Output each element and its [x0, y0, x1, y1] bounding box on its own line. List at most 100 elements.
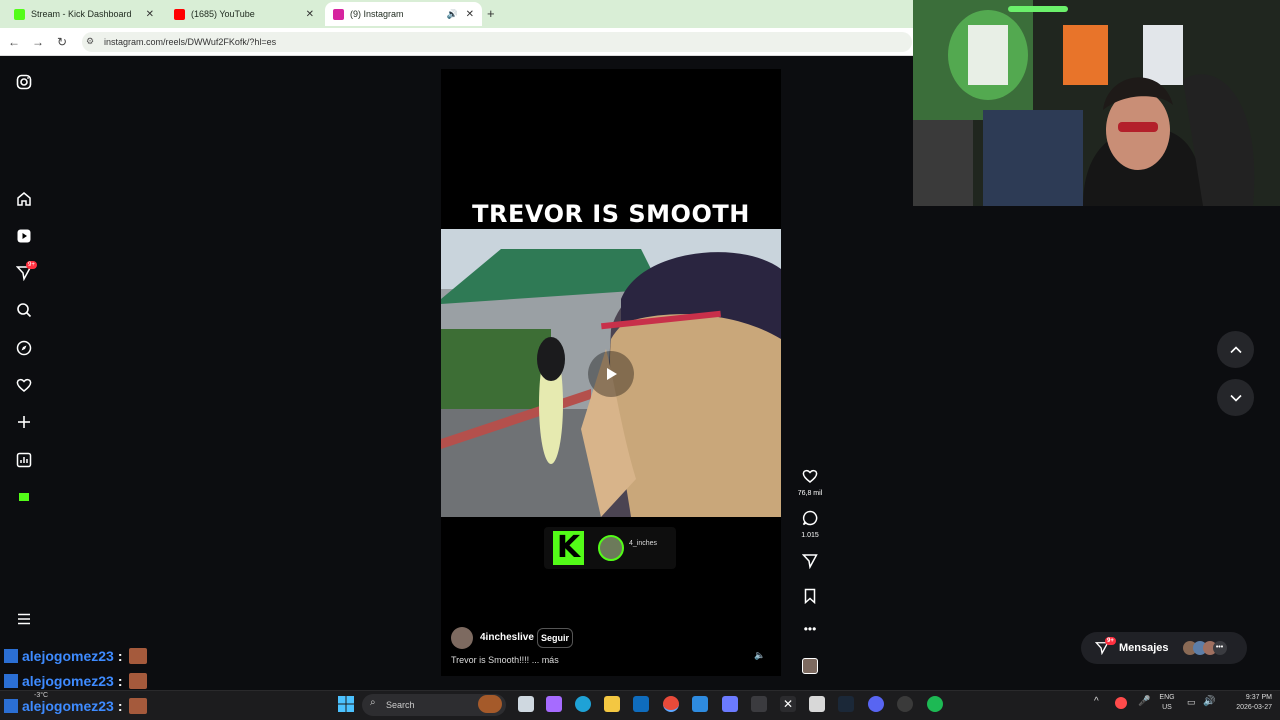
clock[interactable]: 9:37 PM 2026-03-27 — [1222, 693, 1272, 713]
file-explorer-icon[interactable] — [604, 696, 620, 712]
network-icon[interactable]: ▭ — [1187, 697, 1196, 708]
notepad-icon[interactable] — [809, 696, 825, 712]
chat-emote — [128, 673, 147, 689]
explore-icon[interactable] — [14, 338, 34, 358]
apps-icon[interactable] — [751, 696, 767, 712]
vpn-icon[interactable] — [722, 696, 738, 712]
comment-count: 1.015 — [801, 532, 819, 539]
copilot-icon[interactable] — [546, 696, 562, 712]
site-settings-icon[interactable]: ⚙ — [86, 36, 94, 47]
chevron-down-icon — [1229, 394, 1242, 402]
start-icon[interactable] — [338, 696, 354, 712]
reel-overlay-title: TREVOR IS SMOOTH — [472, 200, 750, 228]
tab-title: (9) Instagram — [350, 9, 404, 19]
language-line1: ENG — [1159, 694, 1175, 701]
save-button[interactable] — [796, 588, 824, 609]
dashboard-icon[interactable] — [14, 450, 34, 470]
chat-separator: : — [117, 648, 123, 664]
share-button[interactable] — [796, 553, 824, 574]
back-icon[interactable]: ← — [6, 35, 22, 49]
language-indicator[interactable]: ENG US — [1156, 693, 1178, 713]
language-line2: US — [1162, 704, 1172, 711]
tab-title: (1685) YouTube — [191, 9, 255, 19]
tray-chevron-up-icon[interactable]: ^ — [1094, 696, 1099, 707]
clock-time: 9:37 PM — [1245, 694, 1272, 701]
kick-username: 4_inches — [629, 540, 658, 547]
like-button[interactable]: 76,8 mil — [796, 468, 824, 497]
more-options-icon[interactable]: ••• — [796, 622, 824, 636]
comment-button[interactable]: 1.015 — [796, 510, 824, 539]
kick-favicon-icon — [14, 8, 25, 20]
chat-emote — [128, 698, 147, 714]
spotify-icon[interactable] — [927, 696, 943, 712]
steam-icon[interactable] — [838, 696, 854, 712]
share-icon — [801, 554, 818, 570]
previous-reel-button[interactable] — [1217, 331, 1254, 368]
store-icon[interactable] — [692, 696, 708, 712]
mute-icon[interactable]: 🔈 — [753, 650, 767, 664]
search-icon: ⌕ — [370, 697, 376, 708]
messages-label: Mensajes — [1119, 642, 1169, 654]
platform-icon — [4, 674, 18, 688]
home-icon[interactable] — [14, 189, 34, 209]
author-username[interactable]: 4incheslive — [480, 632, 534, 643]
capcut-icon[interactable]: ✕ — [780, 696, 796, 712]
follow-button[interactable]: Seguir — [537, 628, 573, 648]
tray-app-icon[interactable] — [1115, 697, 1127, 709]
microphone-icon[interactable]: 🎤 — [1138, 696, 1150, 707]
search-highlight-icon[interactable] — [478, 695, 502, 713]
chat-message: alejogomez23 : — [4, 670, 147, 692]
chat-separator: : — [117, 698, 123, 714]
reels-icon[interactable] — [14, 226, 34, 246]
author-avatar[interactable] — [451, 627, 473, 649]
speaker-icon[interactable]: 🔊 — [447, 9, 458, 20]
chat-emote — [128, 648, 147, 664]
obs-icon[interactable] — [897, 696, 913, 712]
chat-username: alejogomez23 — [22, 648, 114, 664]
chat-username: alejogomez23 — [22, 698, 114, 714]
tab-instagram[interactable]: (9) Instagram 🔊 ✕ — [325, 2, 482, 26]
instagram-logo-icon[interactable] — [14, 72, 34, 92]
chrome-icon[interactable] — [663, 696, 679, 712]
webcam-overlay — [913, 0, 1280, 206]
messages-button[interactable]: 9+ Mensajes ••• — [1081, 632, 1247, 664]
close-icon[interactable]: ✕ — [146, 9, 154, 20]
kick-avatar — [598, 535, 624, 561]
chat-message: alejogomez23 : — [4, 695, 147, 717]
clock-date: 2026-03-27 — [1236, 704, 1272, 711]
chat-username: alejogomez23 — [22, 673, 114, 689]
direct-messages-icon[interactable]: 9+ — [14, 261, 37, 283]
close-icon[interactable]: ✕ — [466, 9, 474, 20]
task-view-icon[interactable] — [518, 696, 534, 712]
forward-icon[interactable]: → — [30, 35, 46, 49]
play-button[interactable] — [588, 351, 634, 397]
chevron-up-icon — [1229, 345, 1242, 353]
platform-icon — [4, 699, 18, 713]
menu-icon[interactable] — [14, 609, 34, 629]
tab-kick-dashboard[interactable]: Stream - Kick Dashboard ✕ — [6, 2, 162, 26]
like-count: 76,8 mil — [797, 490, 823, 497]
heart-icon — [802, 469, 818, 483]
search-icon[interactable] — [14, 300, 34, 320]
profile-icon[interactable] — [14, 487, 34, 507]
volume-icon[interactable]: 🔊 — [1203, 696, 1215, 707]
chat-separator: : — [117, 673, 123, 689]
tab-youtube[interactable]: (1685) YouTube ✕ — [166, 2, 322, 26]
bookmark-icon — [804, 588, 816, 605]
chat-message: alejogomez23 : — [4, 645, 147, 667]
reel-caption[interactable]: Trevor is Smooth!!!! ... más — [451, 655, 559, 665]
edge-icon[interactable] — [575, 696, 591, 712]
discord-icon[interactable] — [868, 696, 884, 712]
heart-icon[interactable] — [14, 375, 34, 395]
audio-thumbnail[interactable] — [802, 658, 818, 674]
close-icon[interactable]: ✕ — [306, 9, 314, 20]
messages-badge: 9+ — [1105, 637, 1116, 645]
messages-avatars: ••• — [1182, 641, 1227, 655]
next-reel-button[interactable] — [1217, 379, 1254, 416]
new-tab-button[interactable]: + — [487, 6, 495, 21]
address-bar[interactable]: instagram.com/reels/DWWuf2FKofk/?hl=es — [82, 32, 912, 52]
create-icon[interactable] — [14, 412, 34, 432]
reload-icon[interactable]: ↻ — [54, 35, 70, 49]
outlook-icon[interactable] — [633, 696, 649, 712]
comment-icon — [802, 510, 818, 526]
